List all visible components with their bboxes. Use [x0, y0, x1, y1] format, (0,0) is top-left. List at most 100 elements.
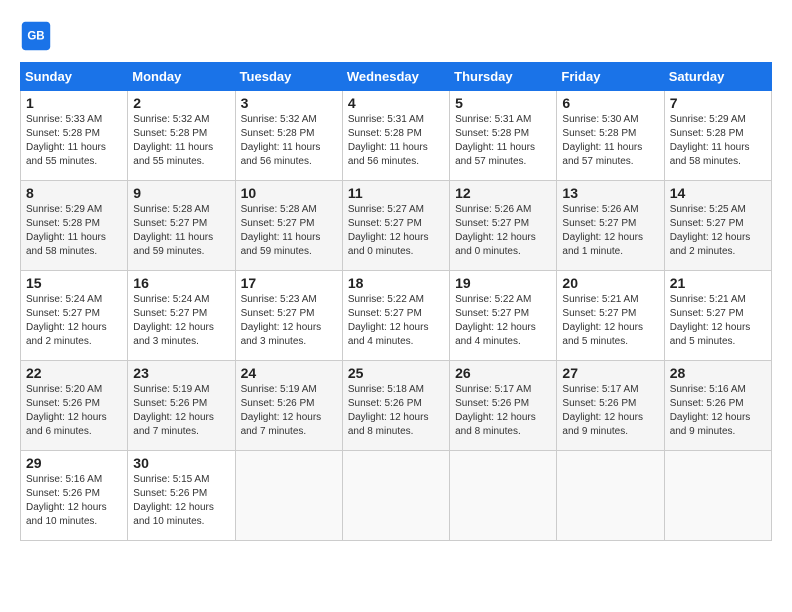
calendar-cell: 29 Sunrise: 5:16 AM Sunset: 5:26 PM Dayli… [21, 451, 128, 541]
day-info: Sunrise: 5:17 AM Sunset: 5:26 PM Dayligh… [455, 383, 551, 439]
day-number: 17 [241, 275, 337, 291]
day-info: Sunrise: 5:31 AM Sunset: 5:28 PM Dayligh… [455, 113, 551, 169]
day-number: 3 [241, 95, 337, 111]
calendar-week-3: 15 Sunrise: 5:24 AM Sunset: 5:27 PM Dayli… [21, 271, 772, 361]
calendar-cell: 25Sunrise: 5:18 AM Sunset: 5:26 PM Dayli… [342, 361, 449, 451]
calendar-cell: 20 Sunrise: 5:21 AM Sunset: 5:27 PM Dayli… [557, 271, 664, 361]
calendar-cell [235, 451, 342, 541]
day-number: 18 [348, 275, 444, 291]
day-info: Sunrise: 5:32 AM Sunset: 5:28 PM Dayligh… [241, 113, 337, 169]
calendar-cell: 5 Sunrise: 5:31 AM Sunset: 5:28 PM Daylig… [450, 91, 557, 181]
calendar-cell: 28 Sunrise: 5:16 AM Sunset: 5:26 PM Dayli… [664, 361, 771, 451]
day-number: 4 [348, 95, 444, 111]
calendar-week-1: 1 Sunrise: 5:33 AM Sunset: 5:28 PM Daylig… [21, 91, 772, 181]
day-info: Sunrise: 5:21 AM Sunset: 5:27 PM Dayligh… [562, 293, 658, 349]
calendar-cell: 1 Sunrise: 5:33 AM Sunset: 5:28 PM Daylig… [21, 91, 128, 181]
day-info: Sunrise: 5:22 AM Sunset: 5:27 PM Dayligh… [455, 293, 551, 349]
calendar-cell: 21Sunrise: 5:21 AM Sunset: 5:27 PM Dayli… [664, 271, 771, 361]
column-header-saturday: Saturday [664, 63, 771, 91]
day-number: 19 [455, 275, 551, 291]
day-number: 20 [562, 275, 658, 291]
calendar-cell: 13Sunrise: 5:26 AM Sunset: 5:27 PM Dayli… [557, 181, 664, 271]
calendar-cell: 12 Sunrise: 5:26 AM Sunset: 5:27 PM Dayli… [450, 181, 557, 271]
day-info: Sunrise: 5:19 AM Sunset: 5:26 PM Dayligh… [133, 383, 229, 439]
day-info: Sunrise: 5:31 AM Sunset: 5:28 PM Dayligh… [348, 113, 444, 169]
column-header-tuesday: Tuesday [235, 63, 342, 91]
day-number: 2 [133, 95, 229, 111]
calendar-cell: 24 Sunrise: 5:19 AM Sunset: 5:26 PM Dayli… [235, 361, 342, 451]
calendar-cell [450, 451, 557, 541]
logo: GB [20, 20, 56, 52]
calendar-cell: 16 Sunrise: 5:24 AM Sunset: 5:27 PM Dayli… [128, 271, 235, 361]
calendar-cell: 9 Sunrise: 5:28 AM Sunset: 5:27 PM Daylig… [128, 181, 235, 271]
calendar-cell: 15Sunrise: 5:24 AM Sunset: 5:27 PM Dayli… [21, 271, 128, 361]
day-number: 7 [670, 95, 766, 111]
day-number: 15 [26, 275, 122, 291]
calendar-week-4: 22 Sunrise: 5:20 AM Sunset: 5:26 PM Dayli… [21, 361, 772, 451]
day-info: Sunrise: 5:30 AM Sunset: 5:28 PM Dayligh… [562, 113, 658, 169]
day-info: Sunrise: 5:18 AM Sunset: 5:26 PM Dayligh… [348, 383, 444, 439]
calendar-cell [664, 451, 771, 541]
day-info: Sunrise: 5:22 AM Sunset: 5:27 PM Dayligh… [348, 293, 444, 349]
calendar-week-5: 29 Sunrise: 5:16 AM Sunset: 5:26 PM Dayli… [21, 451, 772, 541]
calendar-week-2: 8 Sunrise: 5:29 AM Sunset: 5:28 PM Daylig… [21, 181, 772, 271]
column-header-thursday: Thursday [450, 63, 557, 91]
column-header-sunday: Sunday [21, 63, 128, 91]
calendar-cell: 8 Sunrise: 5:29 AM Sunset: 5:28 PM Daylig… [21, 181, 128, 271]
day-number: 26 [455, 365, 551, 381]
day-number: 9 [133, 185, 229, 201]
calendar-cell: 4 Sunrise: 5:31 AM Sunset: 5:28 PM Daylig… [342, 91, 449, 181]
day-info: Sunrise: 5:28 AM Sunset: 5:27 PM Dayligh… [133, 203, 229, 259]
day-info: Sunrise: 5:20 AM Sunset: 5:26 PM Dayligh… [26, 383, 122, 439]
logo-icon: GB [20, 20, 52, 52]
day-number: 11 [348, 185, 444, 201]
calendar-cell: 6 Sunrise: 5:30 AM Sunset: 5:28 PM Daylig… [557, 91, 664, 181]
day-info: Sunrise: 5:33 AM Sunset: 5:28 PM Dayligh… [26, 113, 122, 169]
day-info: Sunrise: 5:24 AM Sunset: 5:27 PM Dayligh… [133, 293, 229, 349]
svg-text:GB: GB [27, 31, 44, 43]
day-number: 27 [562, 365, 658, 381]
day-number: 23 [133, 365, 229, 381]
calendar-header-row: SundayMondayTuesdayWednesdayThursdayFrid… [21, 63, 772, 91]
calendar-cell: 11Sunrise: 5:27 AM Sunset: 5:27 PM Dayli… [342, 181, 449, 271]
day-number: 10 [241, 185, 337, 201]
day-info: Sunrise: 5:28 AM Sunset: 5:27 PM Dayligh… [241, 203, 337, 259]
day-number: 5 [455, 95, 551, 111]
day-info: Sunrise: 5:26 AM Sunset: 5:27 PM Dayligh… [455, 203, 551, 259]
calendar-cell [342, 451, 449, 541]
calendar-cell: 27 Sunrise: 5:17 AM Sunset: 5:26 PM Dayli… [557, 361, 664, 451]
calendar-cell: 2Sunrise: 5:32 AM Sunset: 5:28 PM Daylig… [128, 91, 235, 181]
column-header-friday: Friday [557, 63, 664, 91]
calendar-cell: 19 Sunrise: 5:22 AM Sunset: 5:27 PM Dayli… [450, 271, 557, 361]
day-info: Sunrise: 5:16 AM Sunset: 5:26 PM Dayligh… [26, 473, 122, 529]
day-info: Sunrise: 5:17 AM Sunset: 5:26 PM Dayligh… [562, 383, 658, 439]
day-number: 21 [670, 275, 766, 291]
column-header-monday: Monday [128, 63, 235, 91]
calendar-cell: 14Sunrise: 5:25 AM Sunset: 5:27 PM Dayli… [664, 181, 771, 271]
day-number: 24 [241, 365, 337, 381]
calendar-cell [557, 451, 664, 541]
calendar-cell: 3 Sunrise: 5:32 AM Sunset: 5:28 PM Daylig… [235, 91, 342, 181]
column-header-wednesday: Wednesday [342, 63, 449, 91]
day-number: 8 [26, 185, 122, 201]
day-info: Sunrise: 5:16 AM Sunset: 5:26 PM Dayligh… [670, 383, 766, 439]
day-info: Sunrise: 5:15 AM Sunset: 5:26 PM Dayligh… [133, 473, 229, 529]
day-info: Sunrise: 5:19 AM Sunset: 5:26 PM Dayligh… [241, 383, 337, 439]
day-number: 29 [26, 455, 122, 471]
day-number: 13 [562, 185, 658, 201]
page-header: GB [20, 20, 772, 52]
calendar-cell: 23 Sunrise: 5:19 AM Sunset: 5:26 PM Dayli… [128, 361, 235, 451]
calendar-cell: 10 Sunrise: 5:28 AM Sunset: 5:27 PM Dayli… [235, 181, 342, 271]
day-number: 1 [26, 95, 122, 111]
day-number: 28 [670, 365, 766, 381]
day-number: 6 [562, 95, 658, 111]
calendar-cell: 18 Sunrise: 5:22 AM Sunset: 5:27 PM Dayli… [342, 271, 449, 361]
day-number: 12 [455, 185, 551, 201]
day-info: Sunrise: 5:29 AM Sunset: 5:28 PM Dayligh… [26, 203, 122, 259]
calendar-cell: 22 Sunrise: 5:20 AM Sunset: 5:26 PM Dayli… [21, 361, 128, 451]
day-number: 16 [133, 275, 229, 291]
day-number: 30 [133, 455, 229, 471]
calendar-cell: 26 Sunrise: 5:17 AM Sunset: 5:26 PM Dayli… [450, 361, 557, 451]
day-number: 22 [26, 365, 122, 381]
day-info: Sunrise: 5:29 AM Sunset: 5:28 PM Dayligh… [670, 113, 766, 169]
